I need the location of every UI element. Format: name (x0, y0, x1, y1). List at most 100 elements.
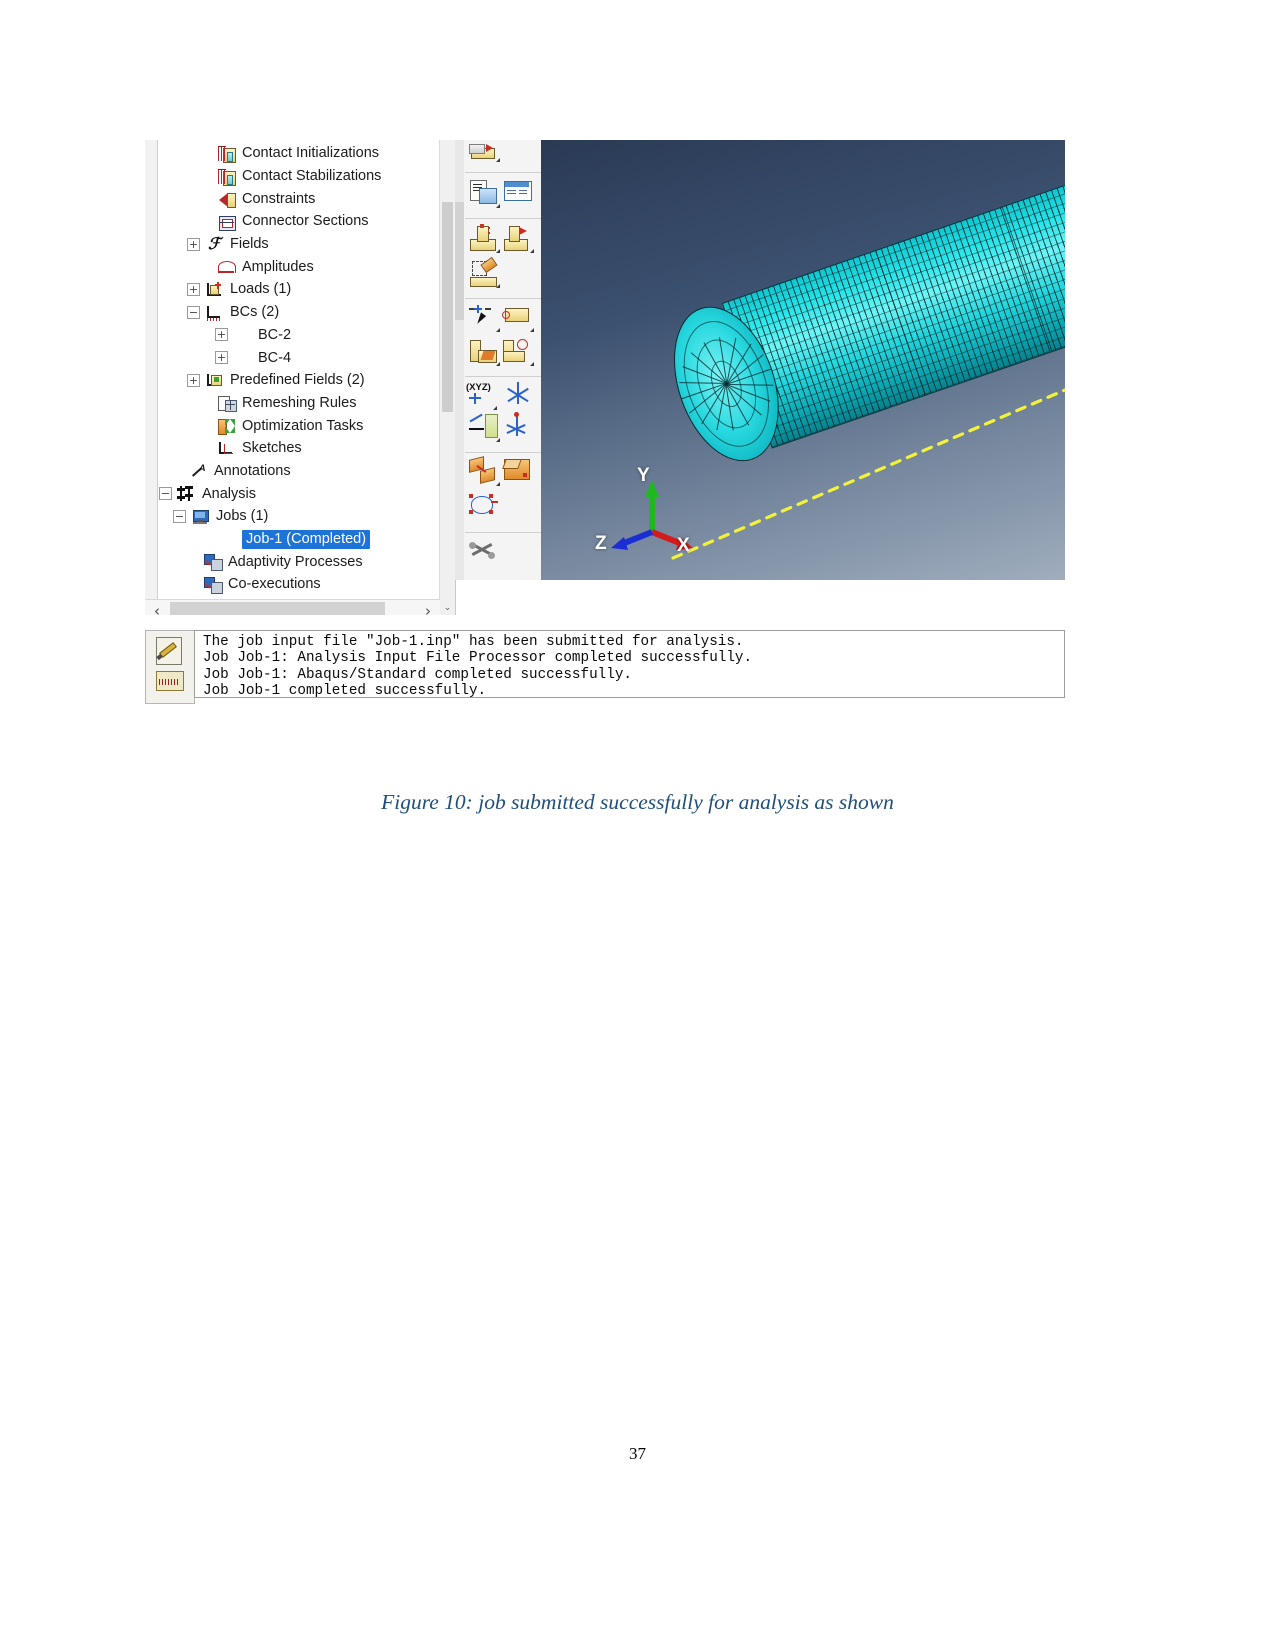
tree-item[interactable]: Amplitudes (159, 255, 455, 278)
tree-item[interactable]: Connector Sections (159, 210, 455, 233)
tree-expander-plus-icon[interactable]: + (187, 237, 200, 251)
datum-axis-icon[interactable] (501, 412, 537, 445)
tree-expander-minus-icon[interactable]: − (173, 509, 186, 523)
job-manager-icon[interactable] (501, 178, 537, 211)
tree-item[interactable]: + Loads (1) (159, 278, 455, 301)
tree-item[interactable]: Job-1 (Completed) (159, 528, 455, 551)
tree-expander-spacer (201, 261, 212, 272)
model-tree-panel[interactable]: Contact Initializations Contact Stabiliza… (145, 140, 456, 615)
tree-item[interactable]: Constraints (159, 187, 455, 210)
translate-instance-icon[interactable] (501, 456, 537, 489)
tree-expander-spacer (201, 148, 212, 159)
ellipse-icon[interactable] (467, 492, 503, 525)
continue-job-icon[interactable] (501, 223, 537, 256)
triad-label-z: Z (595, 533, 607, 554)
partition-cell-icon[interactable] (467, 140, 503, 165)
toolbox-group-csys: (XYZ) (465, 376, 541, 453)
tree-expander-plus-icon[interactable]: + (187, 282, 200, 296)
toolbox-gutter-thumb[interactable] (455, 202, 464, 320)
scroll-up-icon[interactable] (440, 140, 455, 155)
analysis-icon (177, 485, 196, 502)
datum-icon[interactable] (501, 302, 537, 335)
message-log-text: The job input file "Job-1.inp" has been … (194, 630, 1065, 699)
tree-item[interactable]: + ℱ Fields (159, 233, 455, 256)
bcs-icon (205, 304, 224, 321)
tree-item[interactable]: + Predefined Fields (2) (159, 369, 455, 392)
submit-job-icon[interactable] (467, 223, 503, 256)
tree-expander-minus-icon[interactable]: − (187, 305, 200, 319)
tree-item[interactable]: Contact Initializations (159, 142, 455, 165)
tree-expander-spacer (201, 420, 212, 431)
create-job-icon[interactable] (467, 178, 503, 211)
constraints-icon (217, 190, 236, 209)
tree-vscroll-thumb[interactable] (442, 202, 453, 412)
tools-icon[interactable] (467, 538, 503, 571)
partition-icon[interactable] (467, 336, 503, 369)
tree-expander-spacer (187, 579, 198, 590)
toolbox-group-manipulate (465, 452, 541, 533)
remeshing-rules-icon (217, 394, 237, 413)
tree-hscroll-thumb[interactable] (170, 602, 385, 615)
tree-expander-minus-icon[interactable]: − (159, 487, 172, 501)
tree-expander-plus-icon[interactable]: + (215, 351, 228, 365)
triad-label-y: Y (637, 465, 650, 486)
tree-horizontal-scrollbar[interactable]: ‹ › (145, 599, 440, 615)
tree-item[interactable]: − Analysis (159, 482, 455, 505)
tree-expander-spacer (201, 534, 212, 545)
tree-item[interactable]: Adaptivity Processes (159, 550, 455, 573)
keyboard-icon[interactable] (153, 667, 187, 697)
tree-expander-spacer (201, 216, 212, 227)
tree-item[interactable]: + BC-4 (159, 346, 455, 369)
tree-item[interactable]: A Annotations (159, 460, 455, 483)
tree-item[interactable]: Sketches (159, 437, 455, 460)
tree-item-label: Predefined Fields (2) (230, 372, 365, 389)
tree-item-label: Sketches (242, 440, 302, 457)
tree-item-label: Co-executions (228, 576, 321, 593)
scroll-right-icon[interactable]: › (416, 600, 440, 616)
toolbox-group-tools (465, 532, 541, 580)
datum-plane-icon[interactable] (467, 412, 503, 445)
write-input-icon[interactable] (467, 256, 503, 291)
tree-expander-spacer (201, 443, 212, 454)
measure-icon[interactable] (501, 336, 537, 369)
amplitudes-icon (217, 258, 236, 275)
loads-icon (205, 281, 224, 298)
query-information-icon[interactable] (467, 302, 503, 335)
none (233, 349, 252, 366)
coordinate-triad (611, 480, 693, 550)
adaptivity-processes-icon (203, 553, 223, 572)
rotate-instance-icon[interactable] (467, 456, 503, 489)
tree-item[interactable]: Contact Stabilizations (159, 165, 455, 188)
tree-item[interactable]: Remeshing Rules (159, 392, 455, 415)
create-datum-csys-3points-icon[interactable] (501, 380, 537, 413)
chevron-down-icon[interactable]: ⌄ (440, 600, 455, 615)
sketches-icon (217, 440, 236, 457)
abaqus-screenshot: Contact Initializations Contact Stabiliza… (145, 140, 1065, 704)
none (233, 326, 252, 343)
tree-gutter-divider (157, 140, 158, 615)
tree-item-label: Loads (1) (230, 281, 292, 298)
create-datum-csys-xyz-icon[interactable]: (XYZ) (465, 380, 505, 413)
message-pencil-icon[interactable] (153, 635, 187, 665)
tree-item-label: Remeshing Rules (242, 394, 357, 411)
tree-vertical-scrollbar[interactable]: ⌄ (439, 140, 455, 615)
tree-item[interactable]: + BC-2 (159, 324, 455, 347)
tree-expander-spacer (187, 556, 198, 567)
module-toolbox[interactable]: (XYZ) (455, 140, 542, 580)
tree-item[interactable]: Optimization Tasks (159, 414, 455, 437)
tree-item[interactable]: Co-executions (159, 573, 455, 596)
tree-item[interactable]: − BCs (2) (159, 301, 455, 324)
tree-expander-plus-icon[interactable]: + (215, 328, 228, 342)
message-area-icons (145, 630, 195, 704)
scroll-left-icon[interactable]: ‹ (145, 600, 169, 616)
model-tree-list[interactable]: Contact Initializations Contact Stabiliza… (159, 142, 455, 596)
tree-expander-plus-icon[interactable]: + (187, 373, 200, 387)
optimization-tasks-icon (217, 417, 236, 436)
annotations-icon: A (189, 462, 208, 479)
tree-item-label: Annotations (214, 462, 291, 479)
tree-expander-spacer (201, 193, 212, 204)
tree-item[interactable]: − Jobs (1) (159, 505, 455, 528)
contact-stabilizations-icon (217, 168, 236, 186)
3d-viewport[interactable]: Y X Z (541, 140, 1065, 580)
connector-sections-icon (217, 213, 236, 231)
